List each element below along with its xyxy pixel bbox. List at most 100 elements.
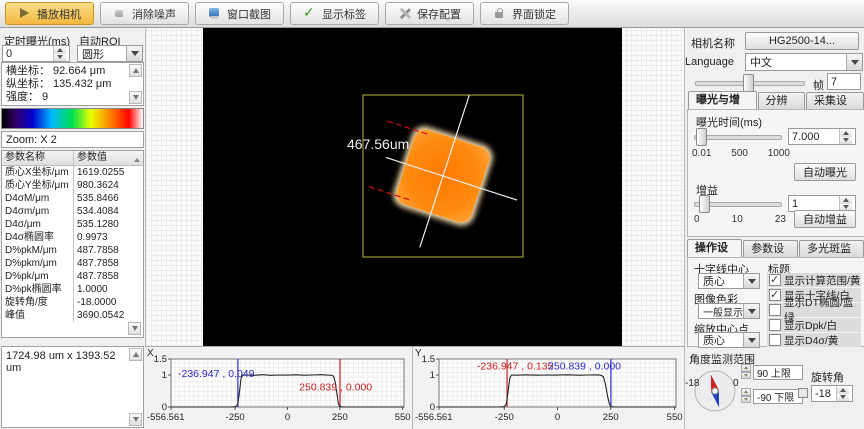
param-value: 980.3624	[74, 179, 143, 192]
chevron-down-icon[interactable]	[743, 304, 759, 318]
param-name: D%pkm/μm	[2, 257, 74, 270]
zoom-label: Zoom: X 2	[6, 134, 57, 146]
table-row[interactable]: D4σM/μm535.8466	[2, 192, 143, 205]
scroll-down-icon[interactable]	[129, 413, 142, 426]
scroll-down-icon[interactable]	[129, 91, 142, 104]
angle-compass[interactable]	[691, 364, 737, 414]
slider-handle[interactable]	[699, 195, 710, 213]
checkbox-icon[interactable]	[769, 304, 781, 316]
beam-image: 467.56um	[203, 28, 622, 346]
col-param-name[interactable]: 参数名称	[2, 151, 74, 165]
tab-多光斑监测[interactable]: 多光斑监测	[799, 240, 864, 258]
table-header[interactable]: 参数名称 参数值	[2, 151, 143, 166]
table-row[interactable]: D%pkM/μm487.7858	[2, 244, 143, 257]
upper-limit-spinner[interactable]	[741, 364, 751, 379]
chevron-down-icon[interactable]	[743, 333, 759, 347]
frame-value-box[interactable]: 7	[827, 73, 861, 90]
slider-handle[interactable]	[743, 74, 754, 92]
play-camera-button[interactable]: 播放相机	[5, 2, 94, 25]
lower-limit-spinner[interactable]	[741, 388, 751, 403]
overlay-checkbox-row[interactable]: 显示DT椭圆/蓝绿	[767, 303, 861, 317]
table-row[interactable]: D4σ/μm535.1280	[2, 218, 143, 231]
table-row[interactable]: D%pkm/μm487.7858	[2, 257, 143, 270]
chevron-down-icon[interactable]	[846, 54, 862, 70]
slider-handle[interactable]	[696, 128, 707, 146]
x-profile-plot[interactable]: X011.5-556.561-2500250550-236.947 , 0.04…	[145, 346, 412, 429]
exposure-slider[interactable]	[694, 127, 782, 145]
frame-value: 7	[831, 76, 837, 88]
overlay-checkbox-row[interactable]: 显示计算范围/黄	[767, 273, 861, 287]
gain-value: 1	[792, 198, 798, 210]
table-row[interactable]: D%pk椭圆率1.0000	[2, 283, 143, 296]
noise-icon	[113, 7, 126, 20]
exposure-value: 7.000	[792, 131, 820, 143]
cursor-info-scrollbar[interactable]	[129, 64, 142, 104]
table-row[interactable]: 质心X坐标/μm1619.0255	[2, 166, 143, 179]
camera-name-button[interactable]: HG2500-14...	[745, 32, 859, 50]
gain-spinner[interactable]	[839, 196, 852, 211]
col-param-value[interactable]: 参数值	[74, 151, 143, 165]
timed-exposure-input[interactable]: 0	[2, 45, 70, 62]
auto-gain-button[interactable]: 自动增益	[794, 210, 856, 228]
toolbar-button[interactable]: 界面锁定	[480, 2, 569, 25]
tab-采集设置[interactable]: 采集设置	[806, 92, 864, 110]
chevron-down-icon[interactable]	[126, 46, 142, 61]
tab-曝光与增益[interactable]: 曝光与增益	[688, 91, 757, 110]
table-scroll-down-icon[interactable]	[128, 322, 141, 335]
auto-roi-dropdown[interactable]: 圆形	[77, 45, 143, 62]
chevron-down-icon[interactable]	[743, 274, 759, 288]
cursor-x: 横坐标： 92.664 μm	[6, 65, 127, 78]
toolbar-button[interactable]: 显示标签	[290, 2, 379, 25]
upper-limit-input[interactable]: 90 上限	[753, 365, 803, 380]
table-row[interactable]: 质心Y坐标/μm980.3624	[2, 179, 143, 192]
marker-label-blue: 250.839 , 0.000	[548, 361, 621, 373]
gain-slider[interactable]	[694, 194, 782, 212]
toolbar-button[interactable]: 窗口截图	[195, 2, 284, 25]
toolbar-button[interactable]: 消除噪声	[100, 2, 189, 25]
image-color-dropdown[interactable]: 一般显示	[698, 303, 760, 319]
tab-操作设置[interactable]: 操作设置	[687, 239, 742, 258]
table-row[interactable]: D%pk/μm487.7858	[2, 270, 143, 283]
checkbox-icon[interactable]	[769, 289, 781, 301]
table-row[interactable]: 峰值3690.0542	[2, 309, 143, 322]
table-row[interactable]: 旋转角/度-18.0000	[2, 296, 143, 309]
zoom-center-dropdown[interactable]: 质心	[698, 332, 760, 348]
tools-icon	[398, 7, 411, 20]
scroll-up-icon[interactable]	[129, 348, 142, 361]
language-dropdown[interactable]: 中文	[745, 53, 863, 71]
snapshot-icon	[208, 7, 221, 20]
table-row[interactable]: D4σ椭圆率0.9973	[2, 231, 143, 244]
timed-exposure-spinner[interactable]	[53, 46, 66, 61]
intensity-colorbar	[1, 108, 144, 129]
toolbar-button[interactable]: 保存配置	[385, 2, 474, 25]
exposure-spinner[interactable]	[839, 129, 852, 144]
param-name: D%pkM/μm	[2, 244, 74, 257]
rotation-angle-input[interactable]: -18	[811, 385, 853, 402]
exposure-input[interactable]: 7.000	[788, 128, 856, 145]
param-name: D%pk椭圆率	[2, 283, 74, 296]
y-profile-plot[interactable]: Y011.5-556.561-2500250550-236.947 , 0.13…	[412, 346, 684, 429]
tab-分辨率[interactable]: 分辨率	[758, 92, 806, 110]
frame-slider[interactable]	[695, 73, 805, 91]
auto-roi-value: 圆形	[82, 46, 104, 62]
checkbox-icon[interactable]	[769, 334, 781, 346]
size-box-scrollbar[interactable]	[129, 348, 142, 426]
toolbar: 播放相机消除噪声窗口截图显示标签保存配置界面锁定	[0, 0, 864, 28]
tab-参数设置[interactable]: 参数设置	[743, 240, 798, 258]
scroll-up-icon[interactable]	[129, 64, 142, 77]
param-value: 487.7858	[74, 270, 143, 283]
image-size-box: 1724.98 um x 1393.52 um	[1, 346, 144, 428]
checkbox-icon[interactable]	[769, 319, 781, 331]
overlay-checkbox-row[interactable]: 显示D4σ/黄	[767, 333, 861, 347]
checkbox-icon[interactable]	[769, 274, 781, 286]
timed-exposure-value: 0	[6, 48, 12, 60]
crosshair-center-dropdown[interactable]: 质心	[698, 273, 760, 289]
lower-limit-input[interactable]: -90 下限	[753, 389, 803, 404]
rotation-angle-checkbox[interactable]	[798, 388, 808, 398]
rotation-spinner[interactable]	[836, 386, 849, 401]
param-name: 质心Y坐标/μm	[2, 179, 74, 192]
auto-exposure-button[interactable]: 自动曝光	[794, 163, 856, 181]
table-row[interactable]: D4σm/μm534.4084	[2, 205, 143, 218]
camera-image-view[interactable]: 467.56um	[203, 28, 622, 346]
x-tick-label: -556.561	[415, 412, 453, 423]
